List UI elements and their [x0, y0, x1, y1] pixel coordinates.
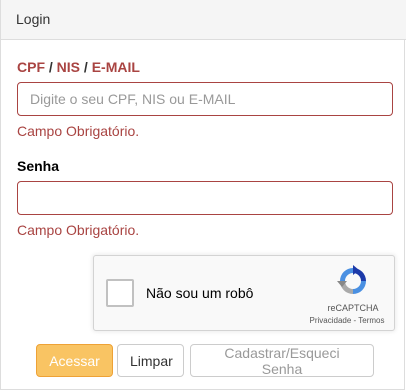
recaptcha-terms-link[interactable]: Termos: [358, 316, 384, 325]
senha-label: Senha: [17, 158, 60, 174]
cpf-label: CPF / NIS / E-MAIL: [17, 59, 140, 75]
recaptcha-label: Não sou um robô: [146, 285, 254, 301]
panel-title: Login: [16, 11, 51, 27]
acessar-button[interactable]: Acessar: [36, 344, 113, 377]
cadastrar-esqueci-senha-button[interactable]: Cadastrar/Esqueci Senha: [190, 344, 374, 377]
cpf-label-separator: /: [45, 59, 57, 75]
recaptcha-brand: reCAPTCHA: [327, 303, 379, 313]
cpf-label-cpf: CPF: [17, 59, 45, 75]
senha-error-text: Campo Obrigatório.: [17, 222, 140, 238]
panel-heading: Login: [1, 0, 406, 40]
cpf-label-separator-2: /: [80, 59, 92, 75]
recaptcha-logo-icon: [337, 265, 366, 294]
cpf-label-nis: NIS: [56, 59, 81, 75]
cpf-label-email: E-MAIL: [91, 59, 140, 75]
recaptcha-links: Privacidade - Termos: [300, 316, 394, 325]
limpar-button[interactable]: Limpar: [117, 344, 184, 377]
recaptcha-checkbox[interactable]: [106, 279, 134, 307]
cpf-error-text: Campo Obrigatório.: [17, 123, 140, 139]
login-panel: Login CPF / NIS / E-MAIL Campo Obrigatór…: [0, 0, 406, 390]
recaptcha-widget: Não sou um robô reCAPTCHA Privacidade - …: [93, 255, 395, 331]
senha-input[interactable]: [17, 181, 393, 215]
cpf-input[interactable]: [17, 82, 393, 116]
recaptcha-privacy-link[interactable]: Privacidade: [309, 316, 351, 325]
